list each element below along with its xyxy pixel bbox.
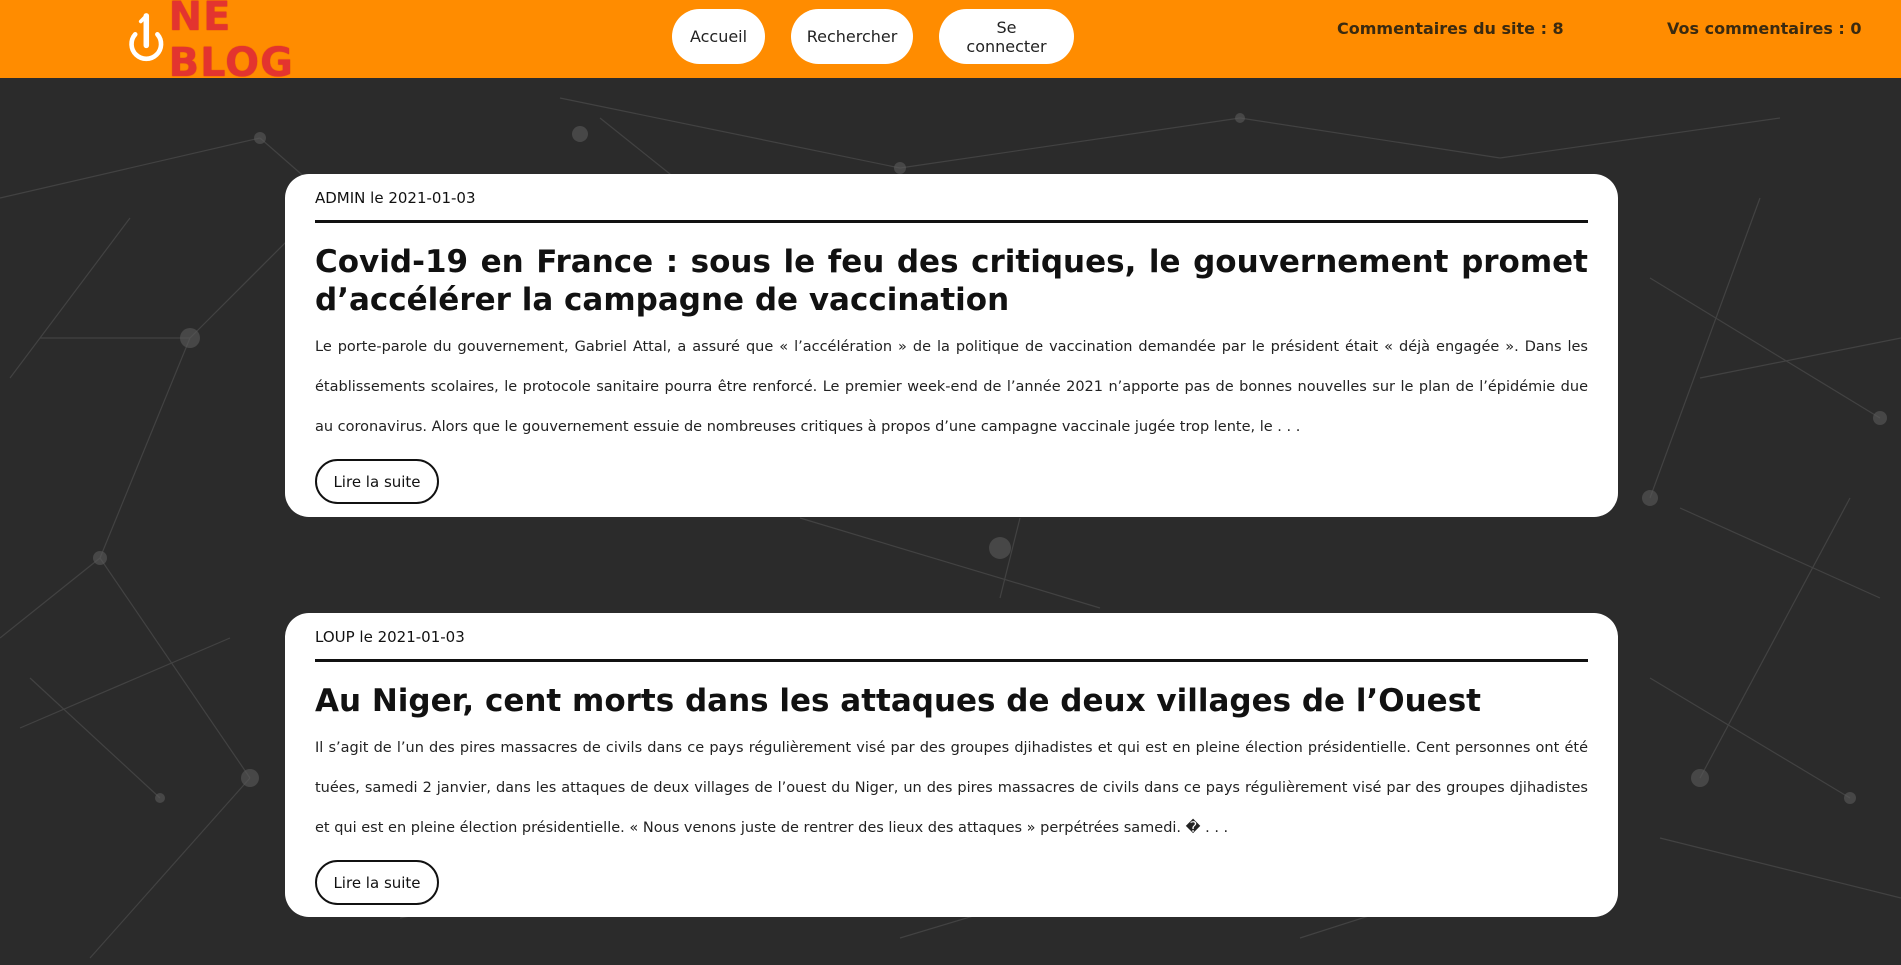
power-icon [129, 13, 164, 62]
user-comments-count: Vos commentaires : 0 [1667, 19, 1862, 38]
site-logo[interactable]: NE BLOG [126, 0, 356, 86]
site-header: NE BLOG Accueil Rechercher Se connecter … [0, 0, 1901, 86]
post-excerpt: Le porte-parole du gouvernement, Gabriel… [315, 339, 1588, 435]
post-title: Covid-19 en France : sous le feu des cri… [315, 244, 1588, 318]
nav-accueil-button[interactable]: Accueil [672, 9, 765, 64]
post-card: ADMIN le 2021-01-03 Covid-19 en France :… [285, 174, 1618, 517]
post-meta: ADMIN le 2021-01-03 [315, 188, 1588, 223]
main-nav: Accueil Rechercher Se connecter [672, 9, 1074, 64]
read-more-button[interactable]: Lire la suite [315, 459, 439, 504]
read-more-button[interactable]: Lire la suite [315, 860, 439, 905]
post-card: LOUP le 2021-01-03 Au Niger, cent morts … [285, 613, 1618, 917]
nav-se-connecter-button[interactable]: Se connecter [939, 9, 1074, 64]
post-meta: LOUP le 2021-01-03 [315, 627, 1588, 662]
post-excerpt: Il s’agit de l’un des pires massacres de… [315, 740, 1588, 836]
site-comments-count: Commentaires du site : 8 [1337, 19, 1564, 38]
logo-text: NE BLOG [168, 0, 294, 86]
post-title: Au Niger, cent morts dans les attaques d… [315, 683, 1481, 719]
nav-rechercher-button[interactable]: Rechercher [791, 9, 913, 64]
